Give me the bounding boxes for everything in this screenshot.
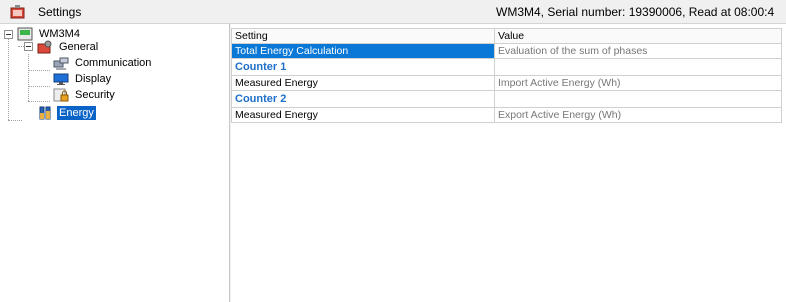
tree-connector [28, 86, 50, 87]
monitor-icon [53, 73, 69, 85]
tree-node-general[interactable]: General [37, 39, 100, 55]
category-row: Counter 1 [231, 58, 782, 76]
window-title: Settings [38, 5, 82, 19]
meter-icon [17, 27, 33, 41]
collapse-toggle[interactable] [4, 30, 13, 39]
setting-cell[interactable]: Measured Energy [231, 75, 495, 91]
tree-node-label: Display [75, 73, 112, 85]
table-row[interactable]: Measured Energy Export Active Energy (Wh… [231, 107, 782, 123]
tree-node-label: Communication [75, 57, 152, 69]
settings-tree[interactable]: WM3M4 General Communication Display Secu… [0, 24, 229, 302]
table-row[interactable]: Measured Energy Import Active Energy (Wh… [231, 75, 782, 91]
title-bar: Settings WM3M4, Serial number: 19390006,… [0, 0, 786, 24]
settings-app-icon [10, 5, 25, 19]
tree-node-energy[interactable]: Energy [37, 105, 96, 121]
tree-connector [8, 37, 9, 120]
table-row[interactable]: Total Energy Calculation Evaluation of t… [231, 43, 782, 59]
tree-connector [8, 120, 22, 121]
lock-icon [53, 88, 69, 102]
device-info: WM3M4, Serial number: 19390006, Read at … [496, 5, 775, 19]
settings-table: Setting Value Total Energy Calculation E… [231, 28, 782, 123]
tree-node-label: General [59, 41, 99, 53]
column-header-value[interactable]: Value [494, 28, 782, 44]
column-header-setting[interactable]: Setting [231, 28, 495, 44]
collapse-toggle[interactable] [24, 42, 33, 51]
tree-node-label: Security [75, 89, 115, 101]
tree-node-display[interactable]: Display [53, 71, 113, 87]
tree-node-communication[interactable]: Communication [53, 55, 153, 71]
table-header-row: Setting Value [231, 28, 782, 44]
category-label: Counter 2 [231, 90, 495, 108]
tree-connector [28, 101, 50, 102]
tree-node-security[interactable]: Security [53, 87, 117, 103]
network-icon [53, 57, 69, 70]
value-cell[interactable]: Evaluation of the sum of phases [494, 43, 782, 59]
tree-connector [28, 54, 29, 101]
tree-node-label: Energy [57, 106, 96, 120]
setting-cell[interactable]: Total Energy Calculation [231, 43, 495, 59]
settings-icon [37, 40, 52, 54]
category-row: Counter 2 [231, 90, 782, 108]
tree-connector [28, 70, 50, 71]
value-cell[interactable]: Import Active Energy (Wh) [494, 75, 782, 91]
setting-cell[interactable]: Measured Energy [231, 107, 495, 123]
category-value [494, 58, 782, 76]
value-cell[interactable]: Export Active Energy (Wh) [494, 107, 782, 123]
property-grid[interactable]: Setting Value Total Energy Calculation E… [231, 28, 786, 302]
category-value [494, 90, 782, 108]
category-label: Counter 1 [231, 58, 495, 76]
battery-icon [39, 106, 51, 120]
